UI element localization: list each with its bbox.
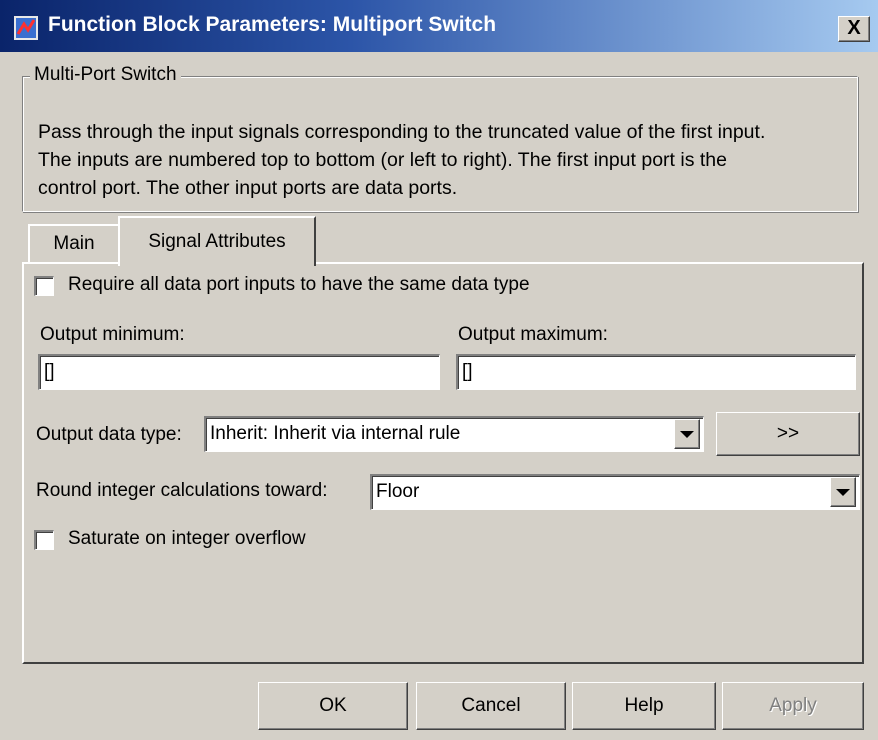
output-data-type-select[interactable]: Inherit: Inherit via internal rule	[204, 416, 704, 452]
round-dropdown-button[interactable]	[830, 477, 856, 507]
simulink-app-icon	[14, 16, 38, 40]
tab-main[interactable]: Main	[28, 224, 120, 264]
tab-panel	[22, 262, 864, 664]
output-data-type-value: Inherit: Inherit via internal rule	[210, 423, 461, 444]
output-data-type-label: Output data type:	[36, 424, 182, 445]
groupbox-label: Multi-Port Switch	[30, 64, 181, 86]
round-integer-label: Round integer calculations toward:	[36, 480, 328, 501]
cancel-button[interactable]: Cancel	[416, 682, 566, 730]
round-integer-select[interactable]: Floor	[370, 474, 860, 510]
output-minimum-input[interactable]: []	[38, 354, 440, 390]
tab-signal-attributes[interactable]: Signal Attributes	[118, 216, 316, 266]
output-maximum-input[interactable]: []	[456, 354, 856, 390]
chevron-down-icon	[680, 430, 694, 438]
data-type-assistant-button[interactable]: >>	[716, 412, 860, 456]
ok-button[interactable]: OK	[258, 682, 408, 730]
close-button[interactable]: X	[838, 16, 870, 42]
round-integer-value: Floor	[376, 481, 420, 502]
window-title: Function Block Parameters: Multiport Swi…	[48, 13, 497, 36]
block-description: Pass through the input signals correspon…	[38, 121, 766, 199]
saturate-checkbox[interactable]	[34, 530, 54, 550]
same-data-type-label: Require all data port inputs to have the…	[68, 274, 530, 295]
apply-button[interactable]: Apply	[722, 682, 864, 730]
chevron-down-icon	[836, 488, 850, 496]
help-button[interactable]: Help	[572, 682, 716, 730]
data-type-dropdown-button[interactable]	[674, 419, 700, 449]
output-minimum-label: Output minimum:	[40, 324, 185, 345]
saturate-label: Saturate on integer overflow	[68, 528, 306, 549]
same-data-type-checkbox[interactable]	[34, 276, 54, 296]
output-maximum-label: Output maximum:	[458, 324, 608, 345]
